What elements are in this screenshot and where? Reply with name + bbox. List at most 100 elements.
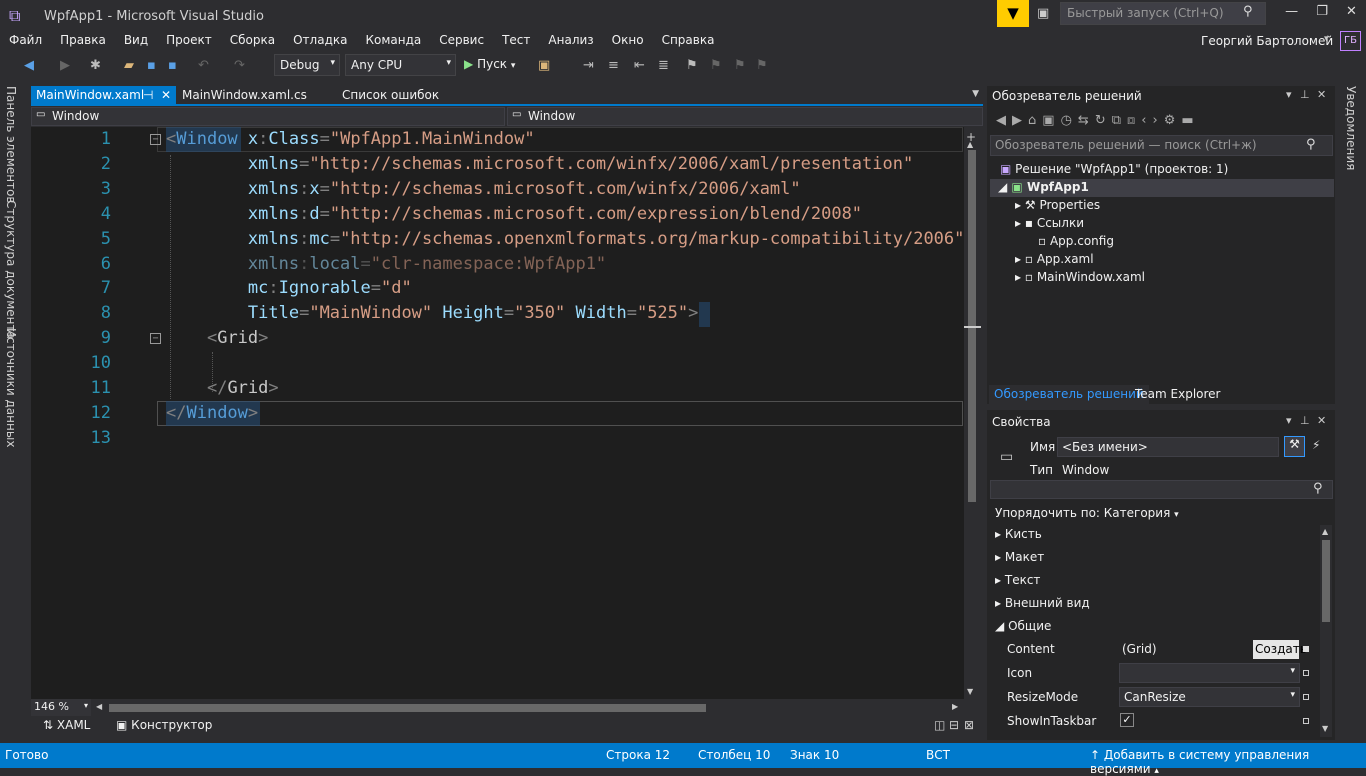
- code-line[interactable]: 3 xmlns:x="http://schemas.microsoft.com/…: [31, 177, 964, 202]
- dropdown-icon[interactable]: ▾: [1286, 88, 1292, 101]
- menu-help[interactable]: Справка: [653, 31, 724, 49]
- code-line[interactable]: 12 </Window>: [31, 401, 964, 426]
- user-name[interactable]: Георгий Бартоломей: [1201, 34, 1333, 48]
- code-text[interactable]: Title="MainWindow" Height="350" Width="5…: [166, 301, 699, 326]
- code-text[interactable]: </Grid>: [166, 376, 279, 401]
- code-editor[interactable]: − − 1 <Window x:Class="WpfApp1.MainWindow…: [31, 127, 964, 699]
- code-line[interactable]: 9 <Grid>: [31, 326, 964, 351]
- forward-icon[interactable]: ▶: [60, 58, 70, 73]
- menu-view[interactable]: Вид: [115, 31, 157, 49]
- platform-select[interactable]: Any CPU ▾: [345, 54, 456, 76]
- code-text[interactable]: <Window x:Class="WpfApp1.MainWindow": [166, 127, 535, 152]
- format-icon[interactable]: ≡: [608, 58, 619, 73]
- property-marker-icon[interactable]: [1303, 670, 1309, 676]
- menu-edit[interactable]: Правка: [51, 31, 115, 49]
- step-icon[interactable]: ⇥: [583, 58, 594, 73]
- tab-team-explorer[interactable]: Team Explorer: [1130, 385, 1226, 405]
- category-text[interactable]: ▸ Текст: [995, 573, 1040, 587]
- attach-icon[interactable]: ▣: [538, 58, 550, 73]
- save-all-icon[interactable]: ▪: [168, 58, 177, 73]
- scroll-up-icon[interactable]: ▲: [967, 140, 973, 149]
- home-icon[interactable]: ⌂: [1028, 113, 1042, 128]
- category-appearance[interactable]: ▸ Внешний вид: [995, 596, 1090, 610]
- code-text[interactable]: xmlns="http://schemas.microsoft.com/winf…: [166, 152, 913, 177]
- configuration-select[interactable]: Debug ▾: [274, 54, 340, 76]
- data-sources-tab[interactable]: Источники данных: [4, 328, 18, 447]
- solution-search-input[interactable]: Обозреватель решений — поиск (Ctrl+ж): [990, 135, 1333, 156]
- nav-left-select[interactable]: ▭ Window: [31, 107, 505, 126]
- property-marker-icon[interactable]: [1303, 694, 1309, 700]
- tab-error-list[interactable]: Список ошибок: [337, 86, 444, 106]
- code-text[interactable]: mc:Ignorable="d": [166, 276, 412, 301]
- back-icon[interactable]: ◀: [996, 113, 1012, 128]
- events-lightning-icon[interactable]: ⚡: [1312, 438, 1320, 452]
- menu-file[interactable]: Файл: [0, 31, 51, 49]
- maximize-icon[interactable]: ❐: [1316, 4, 1328, 24]
- code-line[interactable]: 4 xmlns:d="http://schemas.microsoft.com/…: [31, 202, 964, 227]
- forward-icon[interactable]: ▶: [1012, 113, 1028, 128]
- properties-wrench-icon[interactable]: ⚒: [1284, 436, 1305, 457]
- tree-item-mainwindow-xaml[interactable]: ▸ ▫ MainWindow.xaml: [1015, 270, 1145, 284]
- close-icon[interactable]: ✕: [161, 88, 171, 102]
- source-control-button[interactable]: ↑ Добавить в систему управления версиями…: [1090, 748, 1366, 776]
- search-icon[interactable]: ⚲: [1306, 137, 1316, 152]
- search-icon[interactable]: ⚲: [1313, 481, 1323, 496]
- solution-node[interactable]: ▣ Решение "WpfApp1" (проектов: 1): [1000, 162, 1228, 176]
- search-icon[interactable]: ⚲: [1243, 4, 1253, 19]
- tree-item-app-config[interactable]: ▫ App.config: [1038, 234, 1114, 248]
- scroll-right-icon[interactable]: ▶: [952, 702, 958, 711]
- code-icon[interactable]: ‹›: [1141, 113, 1163, 128]
- horizontal-split-icon[interactable]: ⊟: [949, 718, 959, 732]
- scroll-left-icon[interactable]: ◀: [96, 702, 102, 711]
- collapse-all-icon[interactable]: ⧉: [1112, 113, 1127, 128]
- tab-xaml[interactable]: ⇅ XAML: [43, 718, 90, 732]
- scroll-down-icon[interactable]: ▼: [1322, 724, 1328, 733]
- vertical-split-icon[interactable]: ◫: [934, 718, 945, 732]
- code-line[interactable]: 1 <Window x:Class="WpfApp1.MainWindow": [31, 127, 964, 152]
- show-all-files-icon[interactable]: ⧈: [1127, 113, 1141, 128]
- indent-icon[interactable]: ⇤: [634, 58, 645, 73]
- document-outline-tab[interactable]: Структура документа: [4, 200, 18, 339]
- tab-designer[interactable]: ▣ Конструктор: [116, 718, 212, 732]
- code-line[interactable]: 11 </Grid>: [31, 376, 964, 401]
- code-text[interactable]: xmlns:mc="http://schemas.openxmlformats.…: [166, 227, 964, 252]
- code-line[interactable]: 7 mc:Ignorable="d": [31, 276, 964, 301]
- chevron-down-icon[interactable]: ▾: [1324, 34, 1329, 44]
- code-line[interactable]: 2 xmlns="http://schemas.microsoft.com/wi…: [31, 152, 964, 177]
- save-icon[interactable]: ▪: [147, 58, 156, 73]
- project-node[interactable]: ◢ ▣ WpfApp1: [990, 179, 1334, 197]
- menu-build[interactable]: Сборка: [221, 31, 284, 49]
- minimize-icon[interactable]: —: [1285, 4, 1298, 24]
- properties-search-input[interactable]: [990, 480, 1333, 499]
- switch-views-icon[interactable]: ▣: [1042, 113, 1060, 128]
- menu-test[interactable]: Тест: [493, 31, 539, 49]
- sync-icon[interactable]: ⇆: [1078, 113, 1095, 128]
- undo-icon[interactable]: ↶: [198, 58, 209, 73]
- close-icon[interactable]: ✕: [1317, 88, 1326, 101]
- code-line[interactable]: 10: [31, 351, 964, 376]
- name-input[interactable]: <Без имени>: [1057, 437, 1279, 457]
- menu-team[interactable]: Команда: [356, 31, 430, 49]
- bookmark-icon[interactable]: ⚑: [686, 58, 698, 73]
- dropdown-icon[interactable]: ▾: [1286, 414, 1292, 427]
- code-text[interactable]: xmlns:x="http://schemas.microsoft.com/wi…: [166, 177, 801, 202]
- tab-mainwindow-xaml[interactable]: MainWindow.xaml ⊣ ✕: [31, 86, 176, 106]
- icon-select[interactable]: ▾: [1119, 663, 1300, 683]
- code-line[interactable]: 8 Title="MainWindow" Height="350" Width=…: [31, 301, 964, 326]
- menu-window[interactable]: Окно: [603, 31, 653, 49]
- code-line[interactable]: 6 xmlns:local="clr-namespace:WpfApp1": [31, 252, 964, 277]
- clear-bookmarks-icon[interactable]: ⚑: [756, 58, 768, 73]
- preview-icon[interactable]: ▬: [1181, 113, 1199, 128]
- tree-item-references[interactable]: ▸ ▪ Ссылки: [1015, 216, 1084, 230]
- create-button[interactable]: Создать: [1253, 640, 1307, 659]
- quick-launch-input[interactable]: Быстрый запуск (Ctrl+Q): [1060, 2, 1266, 25]
- show-in-taskbar-checkbox[interactable]: ✓: [1120, 713, 1134, 727]
- scroll-up-icon[interactable]: ▲: [1322, 527, 1328, 536]
- property-marker-icon[interactable]: [1303, 718, 1309, 724]
- close-icon[interactable]: ✕: [1346, 4, 1357, 24]
- pin-icon[interactable]: ⊣: [143, 88, 153, 102]
- redo-icon[interactable]: ↷: [234, 58, 245, 73]
- scroll-down-icon[interactable]: ▼: [967, 687, 973, 696]
- property-marker-icon[interactable]: [1303, 646, 1309, 652]
- feedback-icon[interactable]: ▣: [1037, 6, 1049, 21]
